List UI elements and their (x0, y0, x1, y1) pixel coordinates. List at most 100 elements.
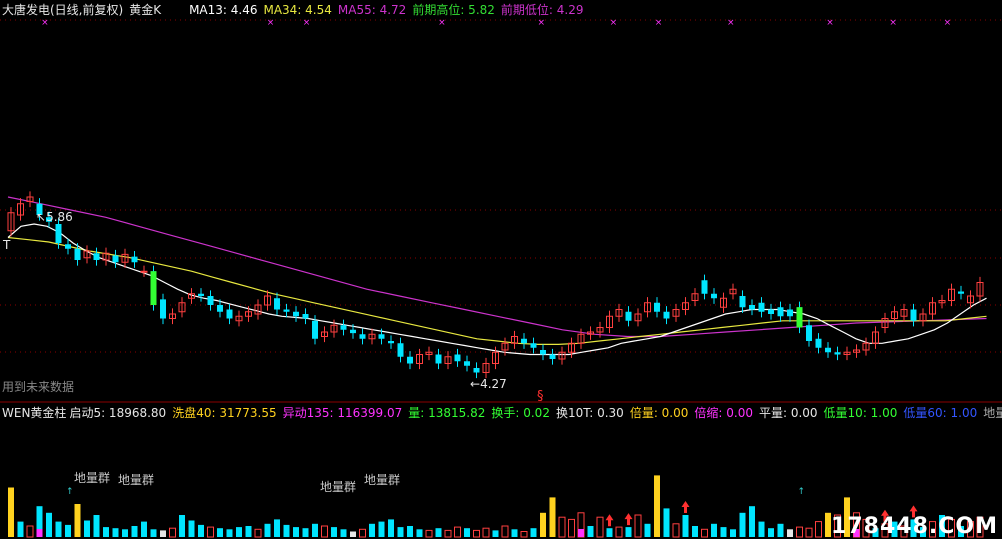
top-signal-x: × (267, 18, 275, 28)
volume-bar (65, 524, 71, 537)
signal-candle-green (796, 307, 803, 328)
volume-bar (606, 528, 613, 537)
volume-low-fill (578, 529, 584, 537)
beiliang-value: 倍量: 0.00 (629, 406, 689, 420)
volume-bar (179, 515, 185, 537)
candle-body-down (958, 291, 964, 294)
volume-bar (17, 521, 24, 537)
volume-bar (768, 528, 774, 537)
volume-bar (407, 526, 413, 537)
indicator-header: WEN黄金柱 启动5: 18968.80 洗盘40: 31773.55 异动135: … (2, 405, 1002, 421)
signal-candle-green (150, 271, 157, 305)
top-signal-x: × (826, 18, 834, 28)
volume-bar (226, 529, 233, 537)
candle-body-down (825, 347, 831, 353)
volume-bar (787, 529, 793, 537)
volume-bar (150, 529, 157, 537)
liang-value: 量: 13815.82 (408, 406, 486, 420)
candle-body-down (540, 350, 546, 355)
candle-body-down (93, 253, 100, 260)
volume-bar (122, 529, 128, 537)
low-price-label: ←4.27 (470, 377, 507, 391)
volume-bar (749, 506, 755, 537)
candle-body-down (654, 302, 660, 312)
volume-bar (464, 528, 470, 537)
volume-bar (340, 529, 347, 537)
candle-body-down (207, 296, 214, 305)
candle-body-down (283, 309, 290, 312)
beisuo-value: 倍缩: 0.00 (694, 406, 753, 420)
candle-body-down (74, 248, 81, 260)
pingliang-value: 平量: 0.00 (758, 406, 818, 420)
volume-low-fill (36, 529, 43, 537)
volume-bar (492, 530, 499, 537)
volume-bar (416, 529, 423, 537)
ma55-value: MA55: 4.72 (337, 3, 407, 17)
volume-bar (283, 524, 290, 537)
volume-bar (112, 528, 119, 537)
candle-body-up (140, 270, 148, 273)
future-data-note: 用到未来数据 (2, 380, 75, 394)
volume-bar (274, 519, 280, 537)
candle-body-down (388, 341, 394, 344)
huanshou-value: 换手: 0.02 (491, 406, 550, 420)
candle-body-down (806, 325, 812, 341)
candle-body-down (815, 338, 822, 348)
top-signal-x: × (727, 18, 735, 28)
volume-bar (682, 515, 689, 537)
volume-bar (378, 521, 385, 537)
candle-body-down (749, 305, 755, 310)
volume-bar (160, 530, 166, 537)
volume-bar (369, 523, 375, 537)
candle-body-down (359, 334, 366, 339)
top-signal-x: × (41, 18, 49, 28)
candle-body-down (910, 309, 917, 321)
volume-bar (245, 526, 252, 537)
high-price-label: ↖5.86 (36, 210, 73, 224)
volume-bar (293, 527, 299, 537)
volume-bar (55, 521, 62, 537)
candle-body-down (464, 361, 470, 366)
group-label-3: 地量群 (320, 480, 357, 494)
candle-body-down (454, 354, 461, 362)
volume-bar (530, 528, 537, 537)
xipan-value: 洗盘40: 31773.55 (172, 406, 277, 420)
volume-bar (302, 528, 309, 537)
volume-bar (397, 527, 404, 537)
top-signal-x: × (303, 18, 311, 28)
volume-bar (692, 526, 698, 537)
ma34-value: MA34: 4.54 (263, 3, 332, 17)
group-label-1: 地量群 (74, 471, 111, 485)
volume-bar (141, 521, 147, 537)
candle-body-down (198, 293, 204, 296)
volume-bar (663, 508, 670, 537)
volume-bar (84, 520, 90, 537)
candle-body-down (274, 298, 280, 310)
yidong-value: 异动135: 116399.07 (282, 406, 403, 420)
volume-bar (711, 523, 717, 537)
candle-body-down (787, 309, 793, 317)
main-header: 大唐发电(日线,前复权) 黄金K MA13: 4.46 MA34: 4.54 MA55:… (2, 2, 589, 18)
volume-bar (777, 523, 784, 537)
volume-bar (758, 521, 765, 537)
candle-body-down (397, 343, 404, 357)
ma13-value: MA13: 4.46 (189, 3, 258, 17)
volume-bar (388, 519, 394, 537)
candle-body-down (473, 368, 480, 373)
top-signal-x: × (438, 18, 446, 28)
prev-low-value: 前期低位: 4.29 (500, 3, 584, 17)
top-signal-x: × (944, 18, 952, 28)
diliang10-value: 低量10: 1.00 (823, 406, 898, 420)
small-marker: ↑ (66, 487, 74, 497)
candle-body-down (711, 293, 717, 299)
candle-body-down (701, 280, 708, 294)
candle-body-down (407, 356, 413, 364)
candle-body-down (293, 311, 299, 317)
volume-bar (131, 526, 138, 537)
candle-body-down (549, 354, 556, 359)
candle-body-down (160, 299, 166, 319)
volume-bar (350, 531, 356, 537)
top-signal-x: × (537, 18, 545, 28)
candle-body-down (226, 309, 233, 319)
candlestick-chart: × × × × × × × × × × × ↑ ↑ (0, 0, 1002, 539)
